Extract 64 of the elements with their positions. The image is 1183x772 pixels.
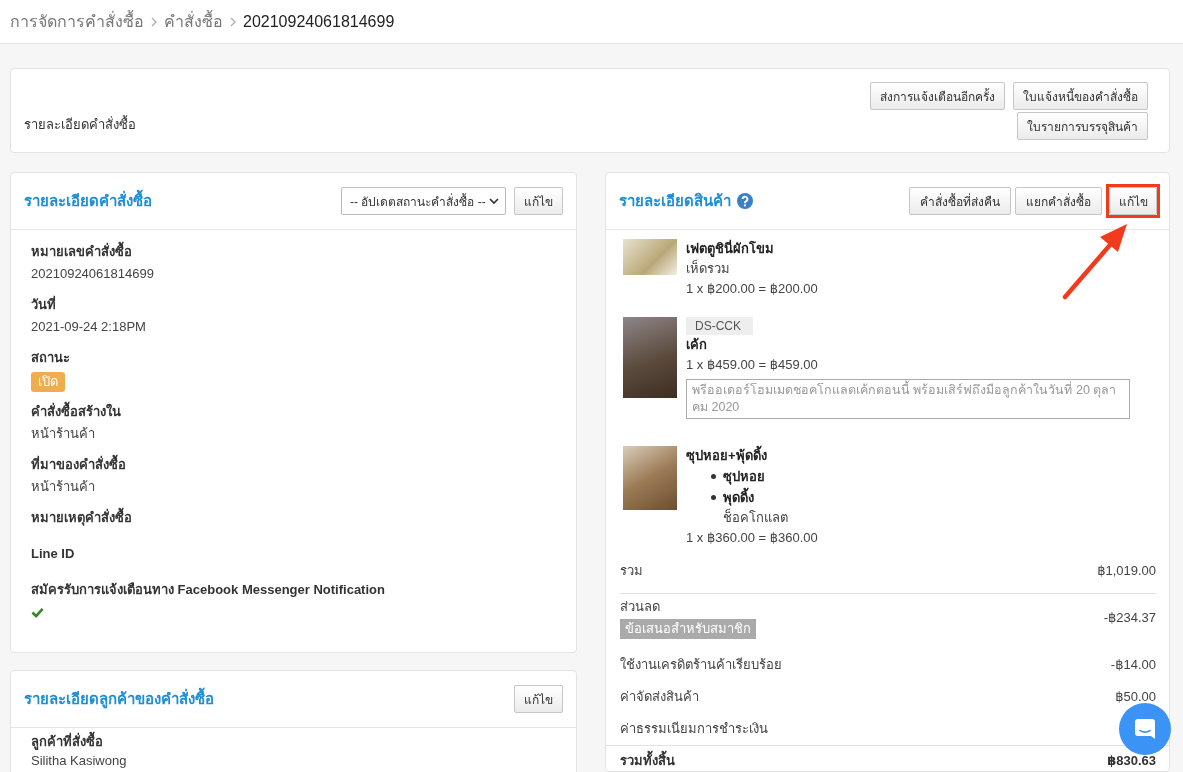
caret-icon bbox=[489, 198, 499, 204]
edit-button[interactable]: แก้ไข bbox=[514, 685, 563, 713]
section-label: รายละเอียดคำสั่งซื้อ bbox=[24, 115, 136, 134]
total-amount: -฿234.37 bbox=[1103, 609, 1156, 626]
total-label: รวม bbox=[620, 562, 643, 580]
total-amount: ฿50.00 bbox=[1115, 689, 1156, 705]
price-line: 1 x ฿360.00 = ฿360.00 bbox=[686, 529, 819, 547]
field-label: หมายเหตุคำสั่งซื้อ bbox=[31, 507, 556, 529]
chevron-icon bbox=[230, 16, 236, 27]
order-note: พรีออเดอร์โฮมเมดชอคโกแลตเค้กตอนนี้ พร้อมเสิร์ฟถึงมือลูกค้าในวันที่ 20 ตุลาคม 2020 bbox=[686, 379, 1130, 419]
field-value: 2021-09-24 2:18PM bbox=[31, 318, 147, 336]
action-button[interactable]: ใบแจ้งหนี้ของคำสั่งซื้อ bbox=[1013, 82, 1148, 110]
product-variant: เห็ดรวม bbox=[686, 259, 731, 278]
field-label: คำสั่งซื้อสร้างใน bbox=[31, 401, 556, 423]
help-icon[interactable] bbox=[737, 193, 753, 209]
edit-button[interactable]: แก้ไข bbox=[514, 187, 563, 215]
total-label: ค่าจัดส่งสินค้า bbox=[620, 688, 699, 706]
panel-title: รายละเอียดลูกค้าของคำสั่งซื้อ bbox=[24, 687, 214, 711]
total-amount: ฿1,019.00 bbox=[1097, 563, 1156, 579]
action-button[interactable]: แยกคำสั่งซื้อ bbox=[1015, 187, 1102, 215]
total-label: ค่าธรรมเนียมการชำระเงิน bbox=[620, 720, 768, 738]
status-select[interactable]: -- อัปเดตสถานะคำสั่งซื้อ -- bbox=[341, 187, 506, 215]
photo-placeholder bbox=[623, 239, 677, 275]
action-button[interactable]: คำสั่งซื้อที่ส่งคืน bbox=[909, 187, 1011, 215]
photo-placeholder bbox=[623, 446, 677, 510]
panel-title: รายละเอียดคำสั่งซื้อ bbox=[24, 189, 152, 213]
field-label: หมายเลขคำสั่งซื้อ bbox=[31, 241, 556, 263]
field-label: สมัครรับการแจ้งเตือนทาง Facebook Messenger Notification bbox=[31, 581, 386, 599]
bullet-icon bbox=[711, 474, 716, 479]
breadcrumb-item[interactable]: คำสั่งซื้อ bbox=[164, 10, 223, 33]
action-button[interactable]: ส่งการแจ้งเตือนอีกครั้ง bbox=[870, 82, 1005, 110]
field-value: Silitha Kasiwong bbox=[31, 753, 128, 769]
discount-tag: ข้อเสนอสำหรับสมาชิก bbox=[620, 619, 756, 639]
field-label: ลูกค้าที่สั่งซื้อ bbox=[31, 731, 556, 753]
total-amount: ฿830.63 bbox=[1107, 753, 1156, 769]
bullet-icon bbox=[711, 495, 716, 500]
price-line: 1 x ฿459.00 = ฿459.00 bbox=[686, 356, 819, 374]
chevron-icon bbox=[151, 16, 157, 27]
field-value: หน้าร้านค้า bbox=[31, 478, 96, 496]
option-detail: ช็อคโกแลต bbox=[722, 508, 789, 527]
option-name: พุดดิ้ง bbox=[723, 487, 754, 508]
product-name: เค้ก bbox=[686, 336, 708, 354]
total-label: ใช้งานเครดิตร้านค้าเรียบร้อย bbox=[620, 656, 782, 674]
field-label: ที่มาของคำสั่งซื้อ bbox=[31, 454, 556, 476]
field-label: สถานะ bbox=[31, 349, 71, 367]
status-badge: เปิด bbox=[31, 372, 65, 392]
total-label: ส่วนลด bbox=[620, 598, 660, 616]
sku-tag: DS-CCK bbox=[686, 317, 753, 335]
product-name: ซุปหอย+พุ้ดดิ้ง bbox=[686, 446, 1156, 466]
field-label: วันที่ bbox=[31, 294, 57, 314]
breadcrumb-item[interactable]: การจัดการคำสั่งซื้อ bbox=[10, 10, 144, 33]
panel-title: รายละเอียดสินค้า bbox=[619, 191, 731, 211]
total-amount: -฿14.00 bbox=[1110, 657, 1156, 673]
edit-button[interactable]: แก้ไข bbox=[1109, 187, 1157, 215]
price-line: 1 x ฿200.00 = ฿200.00 bbox=[686, 280, 819, 298]
field-label: Line ID bbox=[31, 545, 76, 563]
total-label: รวมทั้งสิ้น bbox=[620, 751, 675, 771]
product-name: เฟตตูชินี่ผักโขม bbox=[686, 239, 775, 259]
field-value: 20210924061814699 bbox=[31, 265, 155, 283]
option-name: ซุปหอย bbox=[723, 468, 765, 487]
breadcrumb-item[interactable]: 20210924061814699 bbox=[243, 10, 395, 33]
field-value: หน้าร้านค้า bbox=[31, 425, 96, 443]
action-button[interactable]: ใบรายการบรรจุสินค้า bbox=[1017, 112, 1148, 140]
chat-icon bbox=[1134, 718, 1156, 740]
